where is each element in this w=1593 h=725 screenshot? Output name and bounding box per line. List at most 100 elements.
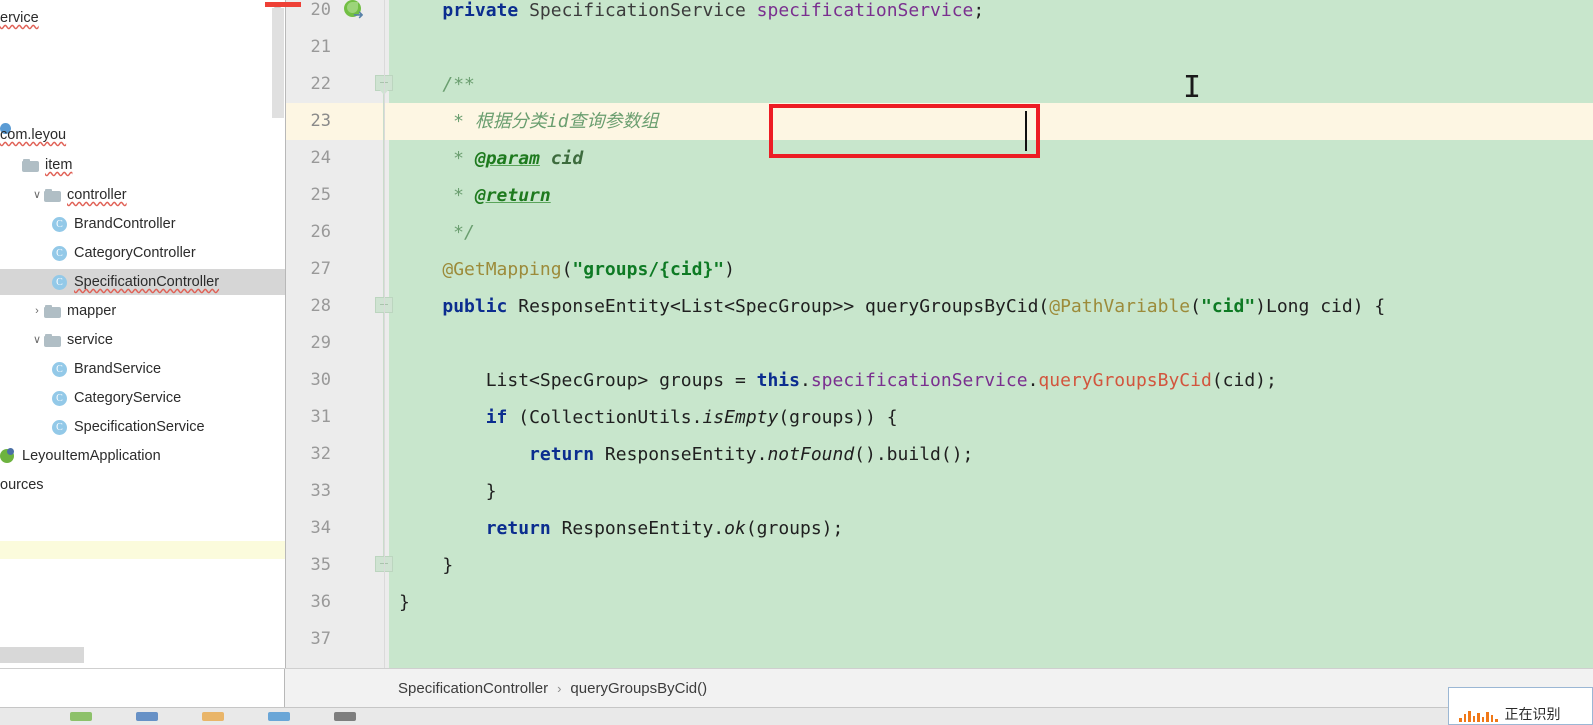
code-line-31[interactable]: if (CollectionUtils.isEmpty(groups)) { — [399, 399, 898, 436]
code-token: ( — [561, 259, 573, 280]
waveform-bar — [1459, 718, 1462, 722]
speech-recognition-popup[interactable]: 正在识别 — [1448, 687, 1593, 725]
tree-item-controller[interactable]: ∨ controller — [0, 182, 285, 208]
code-line-32[interactable]: return ResponseEntity.notFound().build()… — [399, 436, 973, 473]
tree-item-com-leyou[interactable]: com.leyou — [0, 122, 285, 148]
breadcrumb[interactable]: SpecificationController › queryGroupsByC… — [285, 680, 707, 697]
taskbar-app-icon-4[interactable] — [334, 712, 356, 721]
tree-item-label: LeyouItemApplication — [22, 448, 161, 464]
code-token: (cid); — [1211, 370, 1277, 391]
java-class-icon: C — [52, 274, 67, 290]
tree-item-brandservice[interactable]: C BrandService — [0, 356, 285, 382]
code-line-28[interactable]: public ResponseEntity<List<SpecGroup>> q… — [399, 288, 1385, 325]
code-line-22[interactable]: /** — [399, 66, 475, 103]
code-token: ) — [724, 259, 735, 280]
mouse-text-cursor-icon: I — [1183, 70, 1202, 105]
code-token: queryGroupsByCid — [1038, 370, 1212, 391]
code-token: cid — [550, 148, 584, 169]
breadcrumb-separator-icon: › — [557, 680, 562, 696]
code-token: @GetMapping — [442, 259, 562, 280]
taskbar-app-icon-2[interactable] — [202, 712, 224, 721]
tree-item-leyouitemapplication[interactable]: LeyouItemApplication — [0, 443, 285, 469]
sidebar-bottom-tab[interactable] — [0, 647, 84, 663]
folder-icon — [44, 304, 61, 318]
code-token: specificationService — [810, 370, 1028, 391]
code-token: ok — [724, 518, 746, 539]
tree-item-ources[interactable]: ources — [0, 472, 285, 498]
tree-item-label: SpecificationController — [74, 274, 220, 290]
text-caret — [1025, 111, 1027, 151]
code-line-25[interactable]: * @return — [399, 177, 551, 214]
breadcrumb-class[interactable]: SpecificationController — [398, 680, 548, 697]
tree-item-mapper[interactable]: › mapper — [0, 298, 285, 324]
tree-highlight-row[interactable] — [0, 541, 285, 559]
taskbar-app-icon-1[interactable] — [136, 712, 158, 721]
editor-scroll-thumb[interactable] — [272, 8, 284, 118]
breadcrumb-method[interactable]: queryGroupsByCid() — [570, 680, 707, 697]
code-token: public — [442, 296, 508, 317]
code-token: return — [529, 444, 595, 465]
java-class-icon: C — [52, 390, 67, 406]
chevron-down-icon[interactable]: ∨ — [30, 189, 44, 201]
code-line-24[interactable]: * @param cid — [399, 140, 583, 177]
java-class-icon: C — [52, 216, 67, 232]
taskbar-app-icon-3[interactable] — [268, 712, 290, 721]
project-tree-panel[interactable]: ervice com.leyou item ∨ controller C BrandCont… — [0, 0, 286, 668]
code-token: if — [485, 407, 508, 428]
os-taskbar[interactable] — [0, 707, 1593, 725]
code-token: . — [799, 370, 811, 391]
tree-item-label: SpecificationService — [74, 419, 205, 435]
tree-item-categorycontroller[interactable]: C CategoryController — [0, 240, 285, 266]
breadcrumb-bar: SpecificationController › queryGroupsByC… — [0, 668, 1593, 707]
tree-item-specificationservice[interactable]: C SpecificationService — [0, 414, 285, 440]
code-token: (groups); — [745, 518, 844, 539]
tree-item-label: BrandController — [74, 216, 176, 232]
tree-item-service[interactable]: ∨ service — [0, 327, 285, 353]
scroll-error-marker — [265, 2, 301, 7]
folder-icon — [22, 158, 39, 172]
folder-icon — [44, 333, 61, 347]
code-token: (groups)) { — [778, 407, 898, 428]
code-token: @PathVariable — [1049, 296, 1191, 317]
tree-item-brandcontroller[interactable]: C BrandController — [0, 211, 285, 237]
code-token: "groups/{cid}" — [572, 259, 725, 280]
code-line-36[interactable]: } — [399, 584, 410, 621]
chevron-right-icon[interactable]: › — [30, 305, 44, 317]
code-line-34[interactable]: return ResponseEntity.ok(groups); — [399, 510, 844, 547]
code-line-33[interactable]: } — [399, 473, 497, 510]
code-token: * — [399, 111, 475, 132]
code-line-20[interactable]: private SpecificationService specificati… — [399, 0, 984, 29]
code-line-27[interactable]: @GetMapping("groups/{cid}") — [399, 251, 735, 288]
code-line-30[interactable]: List<SpecGroup> groups = this.specificat… — [399, 362, 1277, 399]
java-class-icon: C — [52, 245, 67, 261]
code-token: this — [756, 370, 800, 391]
waveform-bar — [1477, 713, 1480, 722]
code-line-26[interactable]: */ — [399, 214, 475, 251]
code-token: specificationService — [756, 0, 974, 21]
tree-item-item[interactable]: item — [0, 152, 285, 178]
tree-item-label: CategoryController — [74, 245, 196, 261]
code-token: } — [399, 592, 410, 613]
code-token: (CollectionUtils. — [507, 407, 703, 428]
code-token: . — [1027, 370, 1039, 391]
code-token: @param — [474, 148, 540, 169]
breadcrumb-left-pad — [0, 669, 285, 707]
waveform-bar — [1490, 715, 1493, 722]
tree-item-specificationcontroller[interactable]: C SpecificationController — [0, 269, 285, 295]
editor-code-area[interactable]: private SpecificationService specificati… — [286, 0, 1593, 668]
tree-item-ervice[interactable]: ervice — [0, 5, 285, 31]
spring-boot-icon — [0, 448, 16, 464]
code-editor[interactable]: 20 21 22 23 24 25 26 27 28 29 30 31 32 33 34 35 36 37 ➜ pr… — [286, 0, 1593, 668]
code-line-23[interactable]: * 根据分类id查询参数组 — [399, 103, 658, 140]
code-token: ResponseEntity. — [594, 444, 768, 465]
tree-item-categoryservice[interactable]: C CategoryService — [0, 385, 285, 411]
waveform-bar — [1468, 711, 1471, 722]
chevron-down-icon[interactable]: ∨ — [30, 334, 44, 346]
taskbar-app-icon-0[interactable] — [70, 712, 92, 721]
java-class-icon: C — [52, 361, 67, 377]
code-line-35[interactable]: } — [399, 547, 453, 584]
ide-window: ervice com.leyou item ∨ controller C BrandCont… — [0, 0, 1593, 725]
